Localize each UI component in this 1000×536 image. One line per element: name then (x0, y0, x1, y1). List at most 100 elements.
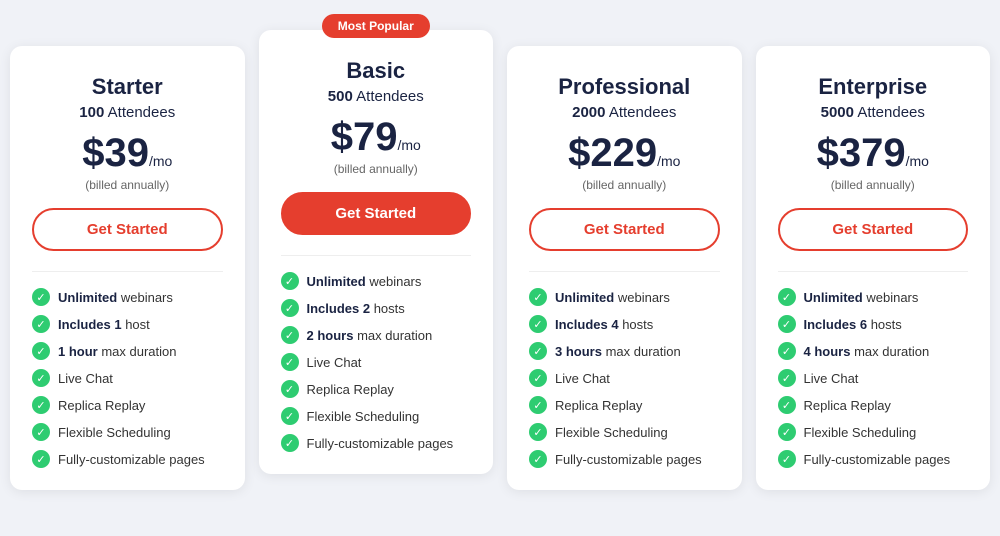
price-amount: $39 (82, 131, 149, 175)
feature-text: Live Chat (58, 371, 113, 386)
plan-price: $79/mo (281, 115, 472, 160)
feature-text: 3 hours max duration (555, 344, 681, 359)
feature-item: ✓ Fully-customizable pages (529, 450, 720, 468)
feature-text: Fully-customizable pages (58, 452, 205, 467)
feature-text: Unlimited webinars (804, 290, 919, 305)
check-icon: ✓ (281, 380, 299, 398)
feature-item: ✓ 1 hour max duration (32, 342, 223, 360)
price-per: /mo (657, 153, 680, 169)
feature-item: ✓ Live Chat (529, 369, 720, 387)
price-amount: $79 (331, 115, 398, 159)
feature-item: ✓ Flexible Scheduling (778, 423, 969, 441)
divider (32, 271, 223, 272)
features-list: ✓ Unlimited webinars ✓ Includes 4 hosts … (529, 288, 720, 468)
feature-item: ✓ Replica Replay (778, 396, 969, 414)
feature-text: Includes 2 hosts (307, 301, 405, 316)
get-started-button[interactable]: Get Started (778, 208, 969, 251)
features-list: ✓ Unlimited webinars ✓ Includes 1 host ✓… (32, 288, 223, 468)
feature-text: Flexible Scheduling (804, 425, 917, 440)
feature-item: ✓ Live Chat (778, 369, 969, 387)
check-icon: ✓ (281, 299, 299, 317)
check-icon: ✓ (778, 288, 796, 306)
price-per: /mo (906, 153, 929, 169)
feature-item: ✓ Replica Replay (281, 380, 472, 398)
check-icon: ✓ (778, 423, 796, 441)
check-icon: ✓ (281, 326, 299, 344)
feature-text: Live Chat (307, 355, 362, 370)
check-icon: ✓ (32, 450, 50, 468)
check-icon: ✓ (32, 396, 50, 414)
check-icon: ✓ (529, 450, 547, 468)
check-icon: ✓ (529, 369, 547, 387)
check-icon: ✓ (32, 342, 50, 360)
get-started-button[interactable]: Get Started (32, 208, 223, 251)
plan-name: Professional (529, 74, 720, 100)
feature-item: ✓ 3 hours max duration (529, 342, 720, 360)
feature-item: ✓ Replica Replay (529, 396, 720, 414)
plan-card-basic: Most Popular Basic 500 Attendees $79/mo … (259, 30, 494, 474)
feature-text: Replica Replay (804, 398, 891, 413)
divider (778, 271, 969, 272)
price-per: /mo (397, 137, 420, 153)
pricing-container: Starter 100 Attendees $39/mo (billed ann… (10, 46, 990, 490)
feature-text: Replica Replay (58, 398, 145, 413)
feature-item: ✓ Fully-customizable pages (281, 434, 472, 452)
plan-name: Basic (281, 58, 472, 84)
features-list: ✓ Unlimited webinars ✓ Includes 2 hosts … (281, 272, 472, 452)
plan-attendees: 500 Attendees (281, 88, 472, 105)
feature-text: 4 hours max duration (804, 344, 930, 359)
feature-item: ✓ Live Chat (32, 369, 223, 387)
check-icon: ✓ (32, 315, 50, 333)
billed-annually: (billed annually) (778, 178, 969, 192)
feature-text: Flexible Scheduling (555, 425, 668, 440)
price-per: /mo (149, 153, 172, 169)
check-icon: ✓ (32, 423, 50, 441)
check-icon: ✓ (281, 272, 299, 290)
plan-attendees: 5000 Attendees (778, 104, 969, 121)
feature-text: Replica Replay (307, 382, 394, 397)
feature-text: Fully-customizable pages (555, 452, 702, 467)
check-icon: ✓ (778, 369, 796, 387)
feature-item: ✓ Unlimited webinars (281, 272, 472, 290)
plan-price: $229/mo (529, 131, 720, 176)
feature-text: Unlimited webinars (555, 290, 670, 305)
feature-text: Includes 6 hosts (804, 317, 902, 332)
feature-item: ✓ Unlimited webinars (32, 288, 223, 306)
feature-item: ✓ Flexible Scheduling (529, 423, 720, 441)
plan-attendees: 100 Attendees (32, 104, 223, 121)
feature-text: Includes 4 hosts (555, 317, 653, 332)
feature-text: Flexible Scheduling (307, 409, 420, 424)
price-amount: $229 (568, 131, 657, 175)
get-started-button[interactable]: Get Started (529, 208, 720, 251)
check-icon: ✓ (529, 423, 547, 441)
feature-item: ✓ Flexible Scheduling (281, 407, 472, 425)
feature-text: Includes 1 host (58, 317, 150, 332)
check-icon: ✓ (778, 450, 796, 468)
divider (281, 255, 472, 256)
check-icon: ✓ (32, 369, 50, 387)
feature-item: ✓ Unlimited webinars (529, 288, 720, 306)
feature-text: Live Chat (555, 371, 610, 386)
feature-item: ✓ 2 hours max duration (281, 326, 472, 344)
feature-text: Replica Replay (555, 398, 642, 413)
check-icon: ✓ (529, 342, 547, 360)
feature-text: Live Chat (804, 371, 859, 386)
most-popular-badge: Most Popular (322, 14, 430, 38)
plan-name: Starter (32, 74, 223, 100)
divider (529, 271, 720, 272)
feature-text: 2 hours max duration (307, 328, 433, 343)
feature-item: ✓ Replica Replay (32, 396, 223, 414)
get-started-button[interactable]: Get Started (281, 192, 472, 235)
plan-card-professional: Professional 2000 Attendees $229/mo (bil… (507, 46, 742, 490)
check-icon: ✓ (32, 288, 50, 306)
feature-item: ✓ Includes 2 hosts (281, 299, 472, 317)
feature-text: Flexible Scheduling (58, 425, 171, 440)
feature-item: ✓ Live Chat (281, 353, 472, 371)
check-icon: ✓ (778, 315, 796, 333)
check-icon: ✓ (281, 434, 299, 452)
feature-text: Unlimited webinars (58, 290, 173, 305)
price-amount: $379 (817, 131, 906, 175)
feature-item: ✓ Fully-customizable pages (32, 450, 223, 468)
plan-price: $39/mo (32, 131, 223, 176)
features-list: ✓ Unlimited webinars ✓ Includes 6 hosts … (778, 288, 969, 468)
